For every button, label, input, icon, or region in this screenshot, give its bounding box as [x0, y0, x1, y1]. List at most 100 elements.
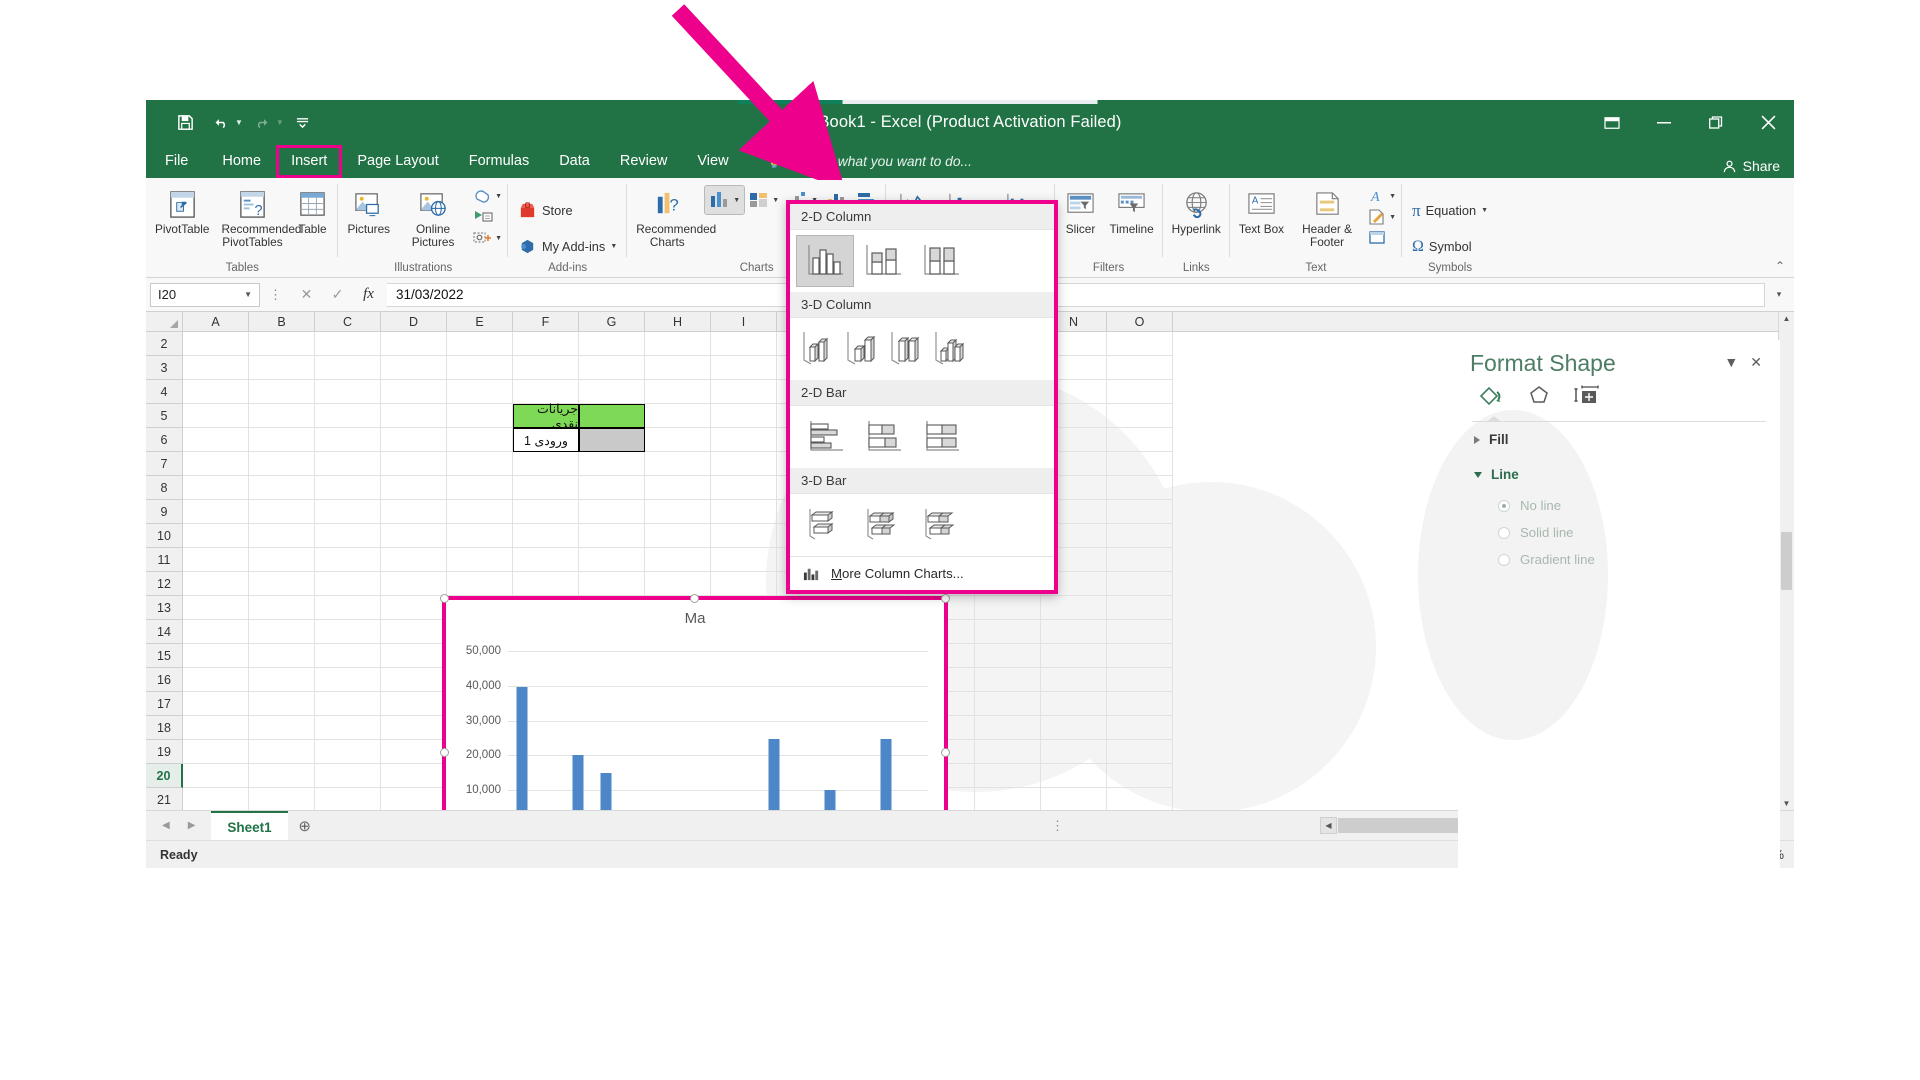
- cell-O8[interactable]: [1107, 476, 1173, 500]
- column-chart-type-dropdown[interactable]: 2-D Column 3-D Column 2-D Bar 3-D Bar Mo…: [786, 200, 1058, 594]
- bar-10[interactable]: [768, 738, 780, 810]
- cell-G7[interactable]: [579, 452, 645, 476]
- cell-G2[interactable]: [579, 332, 645, 356]
- pictures-button[interactable]: Pictures: [342, 184, 395, 239]
- 3d-100-stacked-bar-icon[interactable]: [912, 499, 970, 551]
- cell-A2[interactable]: [183, 332, 249, 356]
- cell-B19[interactable]: [249, 740, 315, 764]
- cell-C5[interactable]: [315, 404, 381, 428]
- cell-D21[interactable]: [381, 788, 447, 810]
- bar-3[interactable]: [572, 755, 584, 810]
- undo-icon[interactable]: [204, 108, 238, 138]
- row-header-8[interactable]: 8: [146, 476, 183, 500]
- pane-options-icon[interactable]: ▼: [1718, 350, 1744, 374]
- gradient-line-radio[interactable]: Gradient line: [1458, 546, 1780, 573]
- column-chart-dropdown-icon[interactable]: ▼: [733, 197, 740, 204]
- save-icon[interactable]: [168, 108, 202, 138]
- cell-O19[interactable]: [1107, 740, 1173, 764]
- cell-I8[interactable]: [711, 476, 777, 500]
- cell-O15[interactable]: [1107, 644, 1173, 668]
- cell-C15[interactable]: [315, 644, 381, 668]
- bar-14[interactable]: [880, 738, 892, 810]
- cell-B11[interactable]: [249, 548, 315, 572]
- cell-O2[interactable]: [1107, 332, 1173, 356]
- cell-G4[interactable]: [579, 380, 645, 404]
- cell-C17[interactable]: [315, 692, 381, 716]
- timeline-button[interactable]: Timeline: [1105, 184, 1159, 239]
- cell-I12[interactable]: [711, 572, 777, 596]
- cell-N18[interactable]: [1041, 716, 1107, 740]
- cell-A11[interactable]: [183, 548, 249, 572]
- cell-D11[interactable]: [381, 548, 447, 572]
- online-pictures-button[interactable]: Online Pictures: [397, 184, 469, 251]
- tab-data[interactable]: Data: [544, 145, 605, 178]
- my-addins-button[interactable]: My Add-ins ▼: [512, 233, 623, 260]
- undo-dropdown-icon[interactable]: ▼: [235, 118, 243, 127]
- cell-N13[interactable]: [1041, 596, 1107, 620]
- symbol-button[interactable]: Ω Symbol: [1406, 233, 1478, 260]
- cell-F2[interactable]: [513, 332, 579, 356]
- cell-F8[interactable]: [513, 476, 579, 500]
- cell-C13[interactable]: [315, 596, 381, 620]
- chart-plot-area[interactable]: 50,00040,00030,00020,00010,0000-10,00012…: [466, 634, 928, 810]
- formula-bar-more-icon[interactable]: ⋮: [263, 287, 288, 303]
- cell-A17[interactable]: [183, 692, 249, 716]
- cell-D2[interactable]: [381, 332, 447, 356]
- cell-C12[interactable]: [315, 572, 381, 596]
- cell-O20[interactable]: [1107, 764, 1173, 788]
- cell-D17[interactable]: [381, 692, 447, 716]
- row-header-12[interactable]: 12: [146, 572, 183, 596]
- cell-I4[interactable]: [711, 380, 777, 404]
- recommended-charts-button[interactable]: ? Recommended Charts: [631, 184, 716, 251]
- cell-C7[interactable]: [315, 452, 381, 476]
- wordart-dropdown-icon[interactable]: ▼: [1389, 193, 1396, 200]
- cell-C14[interactable]: [315, 620, 381, 644]
- cell-D14[interactable]: [381, 620, 447, 644]
- screenshot-button[interactable]: ▼: [471, 228, 504, 248]
- column-chart-button[interactable]: ▼: [704, 185, 746, 215]
- fill-line-tab[interactable]: [1474, 381, 1508, 411]
- clustered-bar-icon[interactable]: [796, 411, 854, 463]
- cell-M14[interactable]: [975, 620, 1041, 644]
- column-header-g[interactable]: G: [579, 312, 645, 331]
- cell-D20[interactable]: [381, 764, 447, 788]
- cell-B8[interactable]: [249, 476, 315, 500]
- cell-M19[interactable]: [975, 740, 1041, 764]
- cell-B2[interactable]: [249, 332, 315, 356]
- tab-file[interactable]: File: [146, 145, 207, 178]
- ribbon-display-options-icon[interactable]: [1586, 100, 1638, 145]
- bar-1[interactable]: [516, 686, 528, 810]
- chart-title[interactable]: Ma: [456, 610, 934, 630]
- cell-C2[interactable]: [315, 332, 381, 356]
- cell-C10[interactable]: [315, 524, 381, 548]
- row-header-17[interactable]: 17: [146, 692, 183, 716]
- cell-A14[interactable]: [183, 620, 249, 644]
- cell-C3[interactable]: [315, 356, 381, 380]
- header-footer-button[interactable]: Header & Footer: [1291, 184, 1363, 251]
- cell-D6[interactable]: [381, 428, 447, 452]
- row-header-7[interactable]: 7: [146, 452, 183, 476]
- cell-F7[interactable]: [513, 452, 579, 476]
- 3d-100-stacked-column-icon[interactable]: [884, 323, 928, 375]
- redo-dropdown-icon[interactable]: ▼: [276, 118, 284, 127]
- insert-function-icon[interactable]: fx: [353, 283, 384, 307]
- cell-O10[interactable]: [1107, 524, 1173, 548]
- hscroll-left-icon[interactable]: ◀: [1320, 817, 1337, 834]
- column-header-o[interactable]: O: [1107, 312, 1173, 331]
- cell-H4[interactable]: [645, 380, 711, 404]
- cell-A7[interactable]: [183, 452, 249, 476]
- cell-M17[interactable]: [975, 692, 1041, 716]
- cell-B9[interactable]: [249, 500, 315, 524]
- chart-bars[interactable]: 123456789101112131415: [508, 634, 928, 810]
- cell-F3[interactable]: [513, 356, 579, 380]
- cell-N15[interactable]: [1041, 644, 1107, 668]
- object-button[interactable]: [1365, 228, 1398, 248]
- column-header-f[interactable]: F: [513, 312, 579, 331]
- cell-G3[interactable]: [579, 356, 645, 380]
- row-header-9[interactable]: 9: [146, 500, 183, 524]
- cell-E5[interactable]: [447, 404, 513, 428]
- 100-stacked-bar-icon[interactable]: [912, 411, 970, 463]
- cell-D15[interactable]: [381, 644, 447, 668]
- cell-O13[interactable]: [1107, 596, 1173, 620]
- solid-line-radio[interactable]: Solid line: [1458, 519, 1780, 546]
